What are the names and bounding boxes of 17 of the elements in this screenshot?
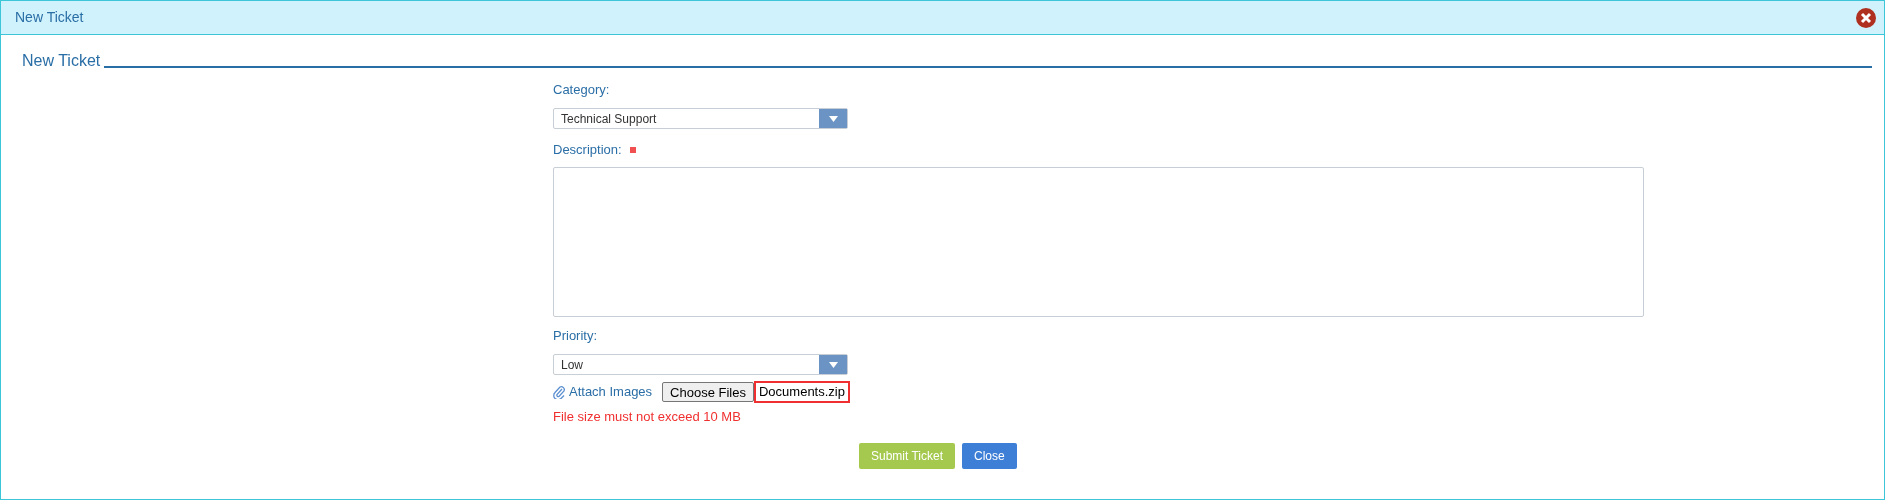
field-label: Priority: (553, 327, 598, 346)
field-label: Category: (553, 81, 610, 100)
caret-icon (819, 355, 847, 374)
close-icon[interactable] (1856, 7, 1876, 28)
field-label: Description: (553, 141, 622, 160)
dropdown-field[interactable]: Low (553, 354, 848, 375)
choose-files-button[interactable]: Choose Files (662, 382, 754, 402)
caret-icon (819, 109, 847, 128)
error-message: File size must not exceed 10 MB (553, 408, 742, 426)
attach-images-link[interactable]: Attach Images (569, 382, 653, 402)
description-field[interactable] (553, 167, 1644, 317)
section-title: New Ticket (22, 53, 101, 69)
dropdown-field[interactable]: Technical Support (553, 108, 848, 129)
paperclip-icon (553, 385, 565, 399)
window-title: New Ticket (15, 8, 84, 27)
close-button[interactable]: Close (962, 442, 1017, 469)
file-name: Documents.zip (754, 381, 850, 403)
